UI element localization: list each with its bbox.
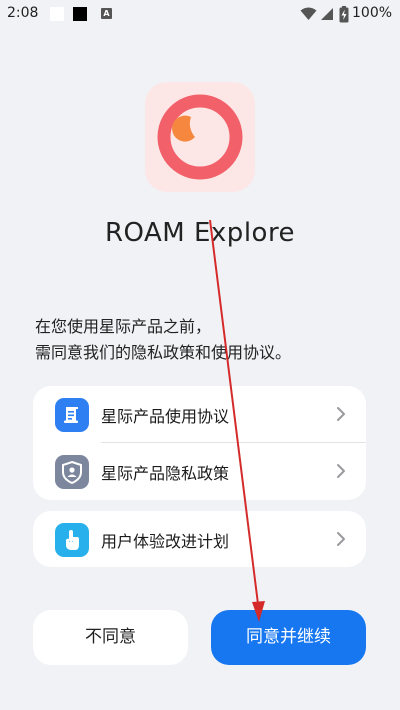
hand-pointer-icon: [55, 523, 89, 557]
privacy-policy-item[interactable]: 星际产品隐私政策: [33, 443, 366, 499]
terms-of-use-item[interactable]: 星际产品使用协议: [33, 386, 366, 442]
wifi-icon: [300, 7, 317, 20]
agree-continue-button[interactable]: 同意并继续: [211, 610, 366, 665]
chevron-right-icon: [337, 464, 345, 478]
intro-line-1: 在您使用星际产品之前，: [35, 317, 212, 336]
status-bar: 2:08 A 100%: [0, 0, 400, 28]
battery-charging-icon: [339, 6, 349, 23]
agreements-card: 星际产品使用协议 星际产品隐私政策: [33, 386, 366, 500]
app-name: ROAM Explore: [104, 218, 296, 248]
document-icon: [55, 398, 89, 432]
battery-percent: 100%: [352, 5, 393, 21]
experience-program-label: 用户体验改进计划: [101, 532, 230, 551]
notification-black-square-icon: [73, 7, 87, 21]
experience-card: 用户体验改进计划: [33, 511, 366, 567]
status-time: 2:08: [7, 5, 39, 21]
intro-line-2: 需同意我们的隐私政策和使用协议。: [35, 343, 292, 362]
disagree-button[interactable]: 不同意: [33, 610, 188, 665]
chevron-right-icon: [337, 407, 345, 421]
intro-text: 在您使用星际产品之前， 需同意我们的隐私政策和使用协议。: [35, 314, 291, 366]
chevron-right-icon: [337, 532, 345, 546]
privacy-shield-icon: [55, 455, 89, 489]
experience-program-item[interactable]: 用户体验改进计划: [33, 511, 366, 567]
signal-icon: [321, 8, 333, 20]
privacy-policy-label: 星际产品隐私政策: [101, 464, 230, 483]
notification-a-icon: A: [101, 8, 112, 19]
terms-of-use-label: 星际产品使用协议: [101, 407, 230, 426]
app-logo: [145, 82, 255, 192]
notification-white-square-icon: [50, 7, 64, 21]
